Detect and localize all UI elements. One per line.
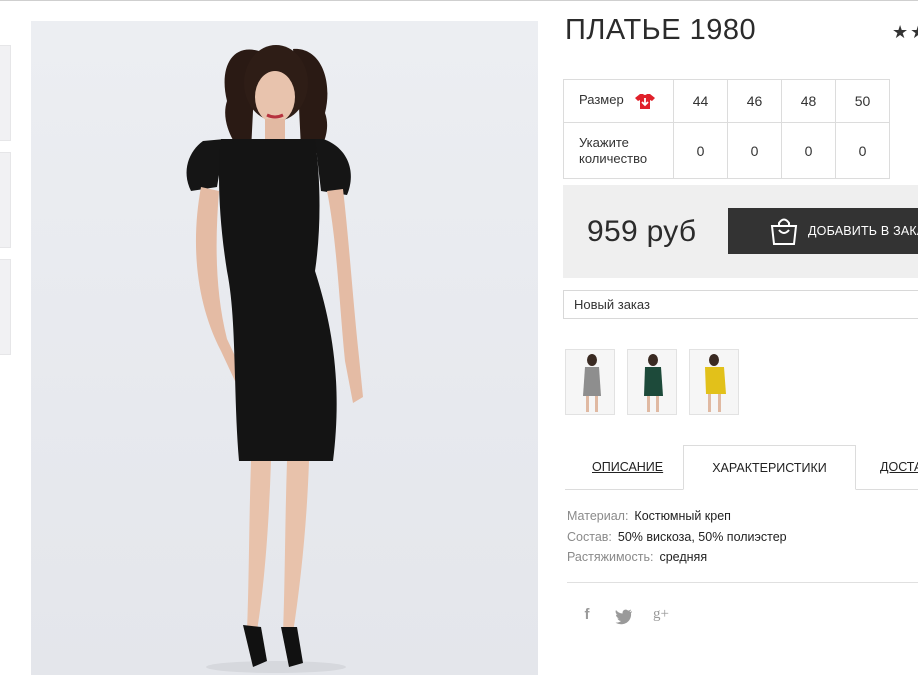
size-label-cell: Размер — [563, 79, 674, 123]
add-to-order-button[interactable]: ДОБАВИТЬ В ЗАКАЗ — [728, 208, 918, 254]
spec-stretch-value: средняя — [659, 550, 708, 564]
quantity-input-46[interactable]: 0 — [727, 122, 782, 179]
tab-characteristics-label: ХАРАКТЕРИСТИКИ — [712, 461, 827, 475]
gallery-thumb-2[interactable] — [0, 152, 11, 248]
tab-characteristics[interactable]: ХАРАКТЕРИСТИКИ — [683, 445, 856, 490]
spec-material-value: Костюмный креп — [634, 509, 731, 523]
color-variant-grey[interactable] — [565, 349, 615, 415]
add-to-order-label: ДОБАВИТЬ В ЗАКАЗ — [808, 224, 918, 238]
facebook-icon[interactable]: f — [577, 606, 597, 626]
spec-material-key: Материал: — [567, 509, 629, 523]
spec-material: Материал: Костюмный креп — [567, 509, 731, 523]
product-title: ПЛАТЬЕ 1980 — [565, 14, 757, 46]
top-border — [0, 0, 918, 1]
spec-composition: Состав: 50% вискоза, 50% полиэстер — [567, 530, 787, 544]
grey-dress-thumbnail — [583, 354, 601, 412]
size-48[interactable]: 48 — [781, 79, 836, 123]
main-product-photo[interactable] — [31, 21, 538, 675]
price: 959 руб — [587, 215, 697, 248]
quantity-input-50[interactable]: 0 — [835, 122, 890, 179]
model-black-dress-image — [186, 45, 363, 673]
size-46[interactable]: 46 — [727, 79, 782, 123]
spec-stretch: Растяжимость: средняя — [567, 550, 707, 564]
gallery-thumb-1[interactable] — [0, 45, 11, 141]
twitter-icon[interactable] — [614, 606, 634, 626]
gallery-thumb-3[interactable] — [0, 259, 11, 355]
size-label: Размер — [579, 92, 624, 108]
yellow-dress-thumbnail — [705, 354, 726, 412]
quantity-input-48[interactable]: 0 — [781, 122, 836, 179]
quantity-label-line2: количество — [579, 150, 648, 166]
color-variant-green[interactable] — [627, 349, 677, 415]
googleplus-icon[interactable]: g+ — [651, 606, 671, 626]
rating-stars[interactable]: ★★ — [892, 22, 918, 43]
quantity-label-line1: Укажите — [579, 134, 629, 150]
order-select[interactable]: Новый заказ — [563, 290, 918, 319]
spec-stretch-key: Растяжимость: — [567, 550, 654, 564]
green-dress-thumbnail — [644, 354, 663, 412]
quantity-label-cell: Укажите количество — [563, 122, 674, 179]
tab-description[interactable]: ОПИСАНИЕ — [592, 460, 663, 474]
divider — [567, 582, 918, 583]
size-quantity-table: Размер 44 46 48 50 Укажите количество 0 … — [563, 79, 890, 179]
price-panel: 959 руб ДОБАВИТЬ В ЗАКАЗ — [563, 185, 918, 278]
quantity-input-44[interactable]: 0 — [673, 122, 728, 179]
tab-delivery[interactable]: ДОСТА — [880, 460, 918, 474]
spec-composition-key: Состав: — [567, 530, 612, 544]
shopping-bag-icon — [770, 218, 798, 245]
size-chart-icon[interactable] — [635, 93, 656, 110]
size-44[interactable]: 44 — [673, 79, 728, 123]
spec-composition-value: 50% вискоза, 50% полиэстер — [617, 530, 787, 544]
size-50[interactable]: 50 — [835, 79, 890, 123]
color-variant-yellow[interactable] — [689, 349, 739, 415]
